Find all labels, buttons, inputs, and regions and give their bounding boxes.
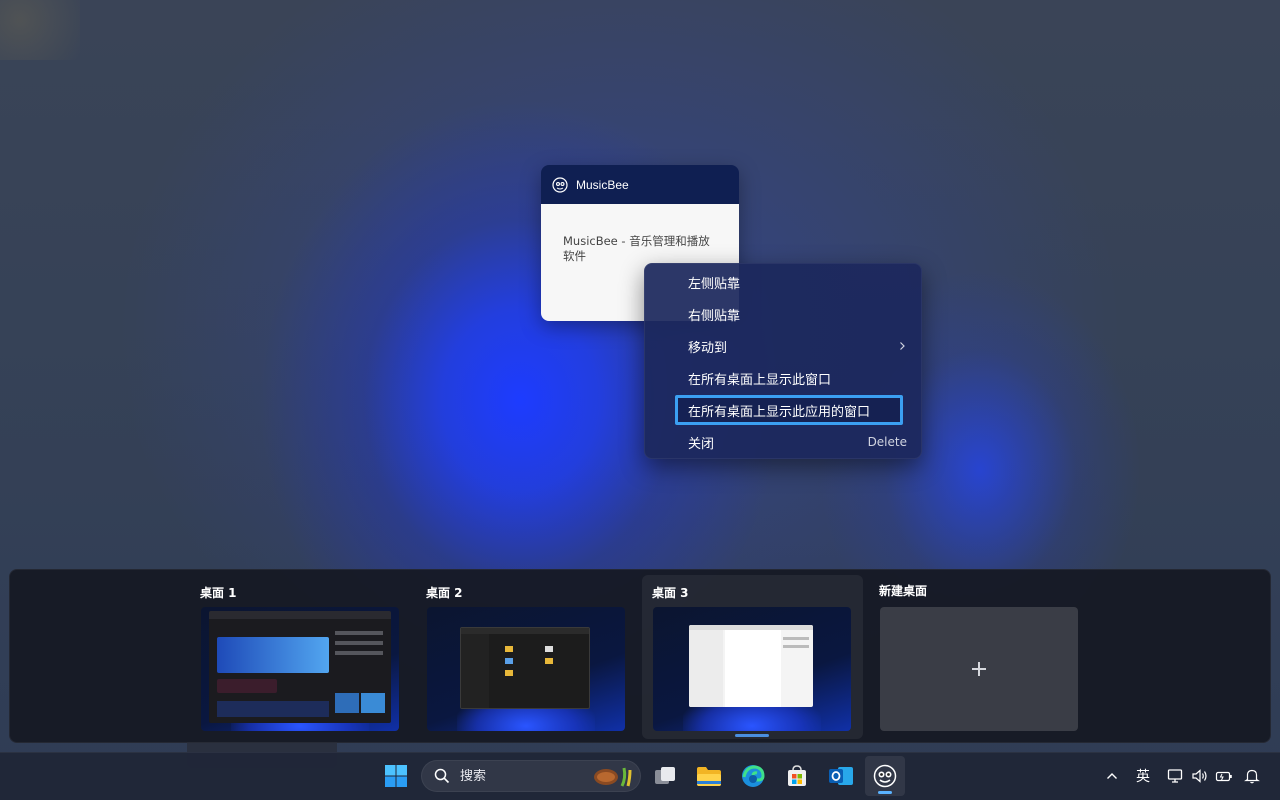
desktop-2-preview[interactable] [427, 607, 625, 731]
window-thumbnail-header: MusicBee [541, 165, 739, 204]
search-highlight-icon [594, 767, 632, 787]
notifications-button[interactable] [1242, 752, 1262, 800]
volume-button[interactable] [1189, 752, 1211, 800]
outlook-button[interactable] [821, 756, 861, 796]
desktop-3-preview[interactable] [653, 607, 851, 731]
menu-item-label: 在所有桌面上显示此应用的窗口 [688, 404, 871, 420]
menu-item-move-to[interactable]: 移动到 [645, 330, 921, 362]
menu-item-show-window-all-desktops[interactable]: 在所有桌面上显示此窗口 [645, 362, 921, 394]
running-indicator [878, 791, 892, 794]
chevron-right-icon [900, 342, 905, 350]
menu-item-label: 关闭 [688, 436, 715, 452]
musicbee-icon [873, 764, 897, 788]
menu-item-snap-right[interactable]: 右侧贴靠 [645, 298, 921, 330]
musicbee-app-icon [552, 176, 568, 193]
menu-item-snap-left[interactable]: 左侧贴靠 [645, 266, 921, 298]
desktop-scroll-handle[interactable] [735, 734, 769, 737]
menu-item-label: 右侧贴靠 [688, 308, 741, 324]
desktop-2-label: 桌面 2 [426, 586, 463, 600]
window-thumbnail-title: MusicBee [576, 177, 629, 192]
context-menu: 左侧贴靠 右侧贴靠 移动到 在所有桌面上显示此窗口 在所有桌面上显示此应用的窗口… [644, 263, 922, 459]
musicbee-button[interactable] [865, 756, 905, 796]
mini-window-musicbee [689, 625, 813, 707]
desktop-1-preview[interactable] [201, 607, 399, 731]
outlook-icon [829, 767, 853, 785]
battery-button[interactable] [1213, 752, 1235, 800]
show-hidden-icons-button[interactable] [1101, 752, 1123, 800]
search-icon [434, 768, 450, 784]
bell-icon [1244, 769, 1260, 784]
start-button[interactable] [376, 756, 416, 796]
display-icon [1167, 769, 1183, 783]
edge-icon [742, 765, 765, 787]
ime-indicator[interactable]: 英 [1131, 752, 1155, 800]
desktop-switcher: 桌面 1 桌面 2 桌面 3 新建桌面 [9, 569, 1271, 743]
plus-icon [972, 662, 986, 676]
search-input[interactable] [460, 768, 570, 784]
edge-button[interactable] [733, 756, 773, 796]
new-desktop-label: 新建桌面 [879, 584, 928, 598]
wallpaper-highlight [0, 0, 80, 60]
menu-item-close[interactable]: 关闭 Delete [645, 426, 921, 458]
store-icon [788, 765, 806, 786]
battery-icon [1215, 771, 1232, 782]
volume-icon [1192, 769, 1207, 783]
task-view-button[interactable] [645, 756, 685, 796]
chevron-up-icon [1107, 773, 1117, 779]
file-explorer-button[interactable] [689, 756, 729, 796]
menu-item-shortcut: Delete [867, 435, 907, 449]
windows-start-icon [385, 765, 407, 787]
network-display-button[interactable] [1165, 752, 1185, 800]
new-desktop-button[interactable] [880, 607, 1078, 731]
mini-window-browser [209, 611, 391, 723]
task-view-icon [655, 767, 675, 784]
file-explorer-icon [697, 767, 721, 786]
menu-item-label: 移动到 [688, 340, 728, 356]
menu-item-show-app-all-desktops[interactable]: 在所有桌面上显示此应用的窗口 [645, 394, 921, 426]
desktop-3-label: 桌面 3 [652, 586, 689, 600]
taskbar-search[interactable] [421, 760, 641, 792]
menu-item-label: 在所有桌面上显示此窗口 [688, 372, 832, 388]
ime-label: 英 [1136, 769, 1150, 785]
store-button[interactable] [777, 756, 817, 796]
menu-item-label: 左侧贴靠 [688, 276, 741, 292]
mini-window-explorer [460, 627, 590, 709]
desktop-1-label: 桌面 1 [200, 586, 237, 600]
window-description: MusicBee - 音乐管理和播放软件 [563, 234, 710, 263]
